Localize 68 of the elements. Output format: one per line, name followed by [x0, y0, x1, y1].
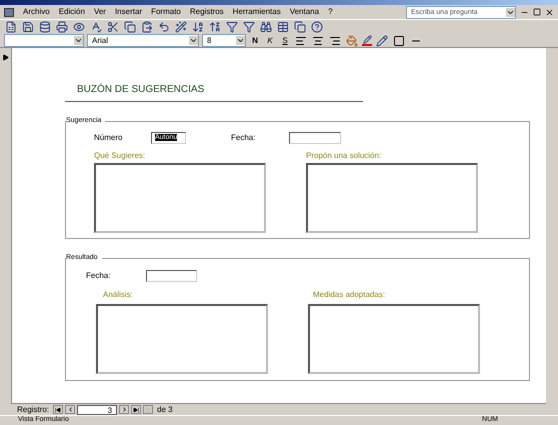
- restore-icon[interactable]: [533, 8, 541, 16]
- cut-icon[interactable]: [106, 20, 120, 34]
- field-label: Propón una solución:: [306, 150, 382, 162]
- menu-item[interactable]: Formato: [151, 6, 181, 18]
- sort-ascending-icon[interactable]: [191, 20, 205, 34]
- current-record-icon: [2, 54, 9, 61]
- menu-item[interactable]: Insertar: [114, 6, 142, 18]
- form-title: BUZÓN DE SUGERENCIAS: [65, 82, 363, 102]
- font-size-combo[interactable]: 8: [202, 34, 246, 47]
- line-color-icon[interactable]: [375, 34, 389, 48]
- style-button[interactable]: S: [279, 36, 291, 44]
- menu-item[interactable]: Herramientas: [232, 6, 281, 18]
- form-icon[interactable]: [4, 8, 14, 16]
- menu-item[interactable]: Ver: [94, 6, 106, 18]
- date-field[interactable]: [289, 132, 341, 144]
- print-icon[interactable]: [55, 20, 69, 34]
- menu-item[interactable]: Registros: [190, 6, 224, 18]
- preview-icon[interactable]: [72, 20, 86, 34]
- previous-record-button[interactable]: [65, 405, 76, 414]
- style-button[interactable]: N: [249, 36, 261, 44]
- new-record-icon: [145, 406, 152, 412]
- field-label: Número: [94, 132, 124, 144]
- table-icon[interactable]: [276, 20, 290, 34]
- font-combo[interactable]: Arial: [87, 34, 199, 47]
- record-number-field[interactable]: 3: [77, 404, 118, 414]
- close-icon[interactable]: [545, 8, 554, 16]
- dropdown-icon: [189, 36, 198, 45]
- first-icon: [55, 406, 62, 412]
- help-icon[interactable]: [310, 20, 324, 34]
- paste-icon[interactable]: [140, 20, 154, 34]
- record-count: de 3: [157, 404, 173, 416]
- next-icon: [120, 406, 128, 413]
- copy-icon[interactable]: [123, 20, 137, 34]
- menu-item[interactable]: Edición: [58, 6, 85, 18]
- font-color-icon[interactable]: [362, 35, 372, 46]
- filter-icon[interactable]: [242, 20, 256, 34]
- menu-item[interactable]: ?: [328, 6, 333, 18]
- find-icon[interactable]: [259, 20, 273, 34]
- analysis-text-area[interactable]: [96, 304, 268, 374]
- wand-icon[interactable]: [174, 20, 188, 34]
- suggestion-text-area[interactable]: [94, 163, 266, 233]
- save-icon[interactable]: [21, 20, 35, 34]
- database-icon[interactable]: [38, 20, 52, 34]
- menu-item[interactable]: Archivo: [23, 6, 50, 18]
- solution-text-area[interactable]: [306, 163, 478, 233]
- dropdown-icon: [74, 36, 83, 45]
- dropdown-icon: [506, 8, 515, 16]
- record-label: Registro:: [17, 404, 50, 416]
- first-record-button[interactable]: [53, 405, 64, 414]
- next-record-button[interactable]: [119, 405, 130, 414]
- last-icon: [133, 406, 140, 412]
- filter-icon[interactable]: [225, 20, 239, 34]
- field-label: Medidas adoptadas:: [312, 289, 386, 301]
- measures-text-area[interactable]: [308, 304, 480, 374]
- menu-item[interactable]: Ventana: [290, 6, 320, 18]
- last-record-button[interactable]: [131, 405, 142, 414]
- dropdown-icon: [236, 36, 245, 45]
- field-label: Análisis:: [102, 289, 134, 301]
- date-field[interactable]: [146, 270, 197, 282]
- field-label: Fecha:: [231, 132, 256, 144]
- sort-descending-icon[interactable]: [208, 20, 222, 34]
- field-label: Qué Sugieres:: [94, 150, 146, 162]
- border-icon[interactable]: [392, 34, 406, 48]
- previous-icon: [66, 406, 74, 413]
- field-label: Fecha:: [86, 270, 112, 282]
- style-button[interactable]: K: [264, 36, 276, 44]
- undo-icon[interactable]: [157, 20, 171, 34]
- fill-color-icon[interactable]: [345, 34, 359, 48]
